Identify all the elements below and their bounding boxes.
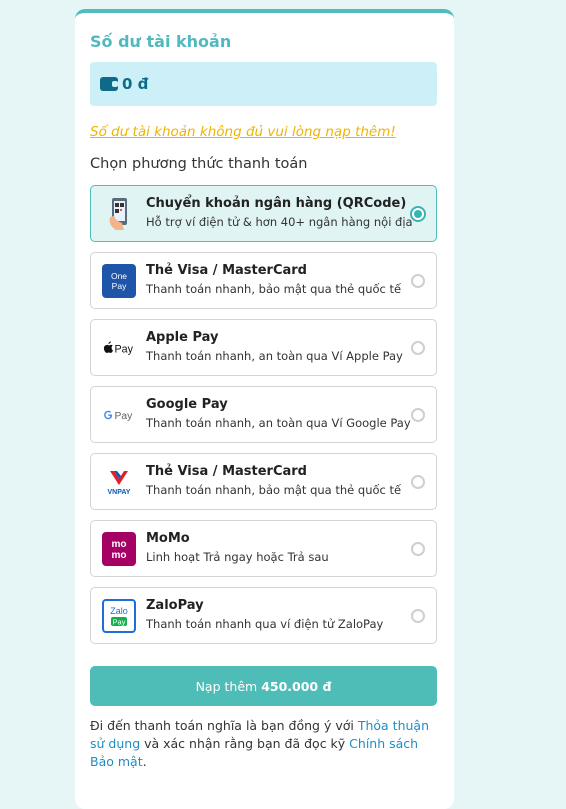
payment-option-vnpay[interactable]: VNPAY Thẻ Visa / MasterCard Thanh toán n…	[90, 453, 437, 510]
option-name: MoMo	[146, 531, 190, 546]
insufficient-balance-link[interactable]: Số dư tài khoản không đủ vui lòng nạp th…	[90, 124, 396, 140]
payment-card: Số dư tài khoản 0 đ Số dư tài khoản khôn…	[75, 9, 454, 809]
qr-phone-icon	[102, 197, 136, 231]
topup-button[interactable]: Nạp thêm 450.000 đ	[90, 666, 437, 706]
option-radio-selected[interactable]	[412, 208, 424, 220]
svg-text:One: One	[111, 271, 127, 281]
terms-notice: Đi đến thanh toán nghĩa là bạn đồng ý vớ…	[90, 717, 440, 771]
option-name: ZaloPay	[146, 598, 204, 613]
option-name: Google Pay	[146, 397, 228, 412]
onepay-icon: One Pay	[102, 264, 136, 298]
payment-option-onepay[interactable]: One Pay Thẻ Visa / MasterCard Thanh toán…	[90, 252, 437, 309]
option-name: Apple Pay	[146, 330, 219, 345]
topup-prefix: Nạp thêm	[195, 678, 258, 694]
svg-text:VNPAY: VNPAY	[108, 489, 131, 496]
option-desc: Thanh toán nhanh qua ví điện tử ZaloPay	[146, 617, 384, 631]
terms-text-1: Đi đến thanh toán nghĩa là bạn đồng ý vớ…	[90, 718, 358, 733]
option-desc: Thanh toán nhanh, bảo mật qua thẻ quốc t…	[146, 282, 402, 296]
option-desc: Thanh toán nhanh, bảo mật qua thẻ quốc t…	[146, 483, 402, 497]
balance-box: 0 đ	[90, 62, 437, 106]
payment-option-apple-pay[interactable]: Pay Apple Pay Thanh toán nhanh, an toàn …	[90, 319, 437, 376]
payment-option-qr-bank[interactable]: Chuyển khoản ngân hàng (QRCode) Hỗ trợ v…	[90, 185, 437, 242]
svg-text:Pay: Pay	[115, 411, 134, 422]
zalopay-icon: Zalo Pay	[102, 599, 136, 633]
option-radio[interactable]	[411, 475, 425, 489]
option-name: Thẻ Visa / MasterCard	[146, 464, 307, 479]
option-name: Thẻ Visa / MasterCard	[146, 263, 307, 278]
option-desc: Hỗ trợ ví điện tử & hơn 40+ ngân hàng nộ…	[146, 215, 413, 229]
terms-text-3: .	[142, 754, 147, 769]
terms-text-2: và xác nhận rằng bạn đã đọc kỹ	[140, 736, 350, 751]
apple-pay-icon: Pay	[102, 331, 136, 365]
payment-option-momo[interactable]: mo mo MoMo Linh hoạt Trả ngay hoặc Trả s…	[90, 520, 437, 577]
option-desc: Thanh toán nhanh, an toàn qua Ví Apple P…	[146, 349, 403, 363]
option-radio[interactable]	[411, 542, 425, 556]
payment-option-zalopay[interactable]: Zalo Pay ZaloPay Thanh toán nhanh qua ví…	[90, 587, 437, 644]
option-desc: Linh hoạt Trả ngay hoặc Trả sau	[146, 550, 329, 564]
svg-text:Pay: Pay	[113, 618, 126, 627]
svg-text:mo: mo	[112, 550, 127, 561]
topup-amount: 450.000 đ	[261, 678, 332, 694]
vnpay-icon: VNPAY	[102, 465, 136, 499]
svg-text:mo: mo	[112, 539, 127, 550]
wallet-icon	[100, 77, 118, 91]
momo-icon: mo mo	[102, 532, 136, 566]
option-desc: Thanh toán nhanh, an toàn qua Ví Google …	[146, 416, 411, 430]
balance-amount: 0 đ	[122, 75, 149, 93]
google-pay-icon: Pay	[102, 398, 136, 432]
option-radio[interactable]	[411, 274, 425, 288]
option-radio[interactable]	[411, 341, 425, 355]
choose-method-label: Chọn phương thức thanh toán	[90, 156, 308, 172]
section-title: Số dư tài khoản	[90, 32, 232, 51]
svg-text:Pay: Pay	[112, 281, 127, 291]
option-radio[interactable]	[411, 408, 425, 422]
svg-text:Pay: Pay	[115, 343, 134, 355]
payment-option-google-pay[interactable]: Pay Google Pay Thanh toán nhanh, an toàn…	[90, 386, 437, 443]
option-name: Chuyển khoản ngân hàng (QRCode)	[146, 196, 407, 211]
option-radio[interactable]	[411, 609, 425, 623]
svg-text:Zalo: Zalo	[110, 606, 128, 616]
